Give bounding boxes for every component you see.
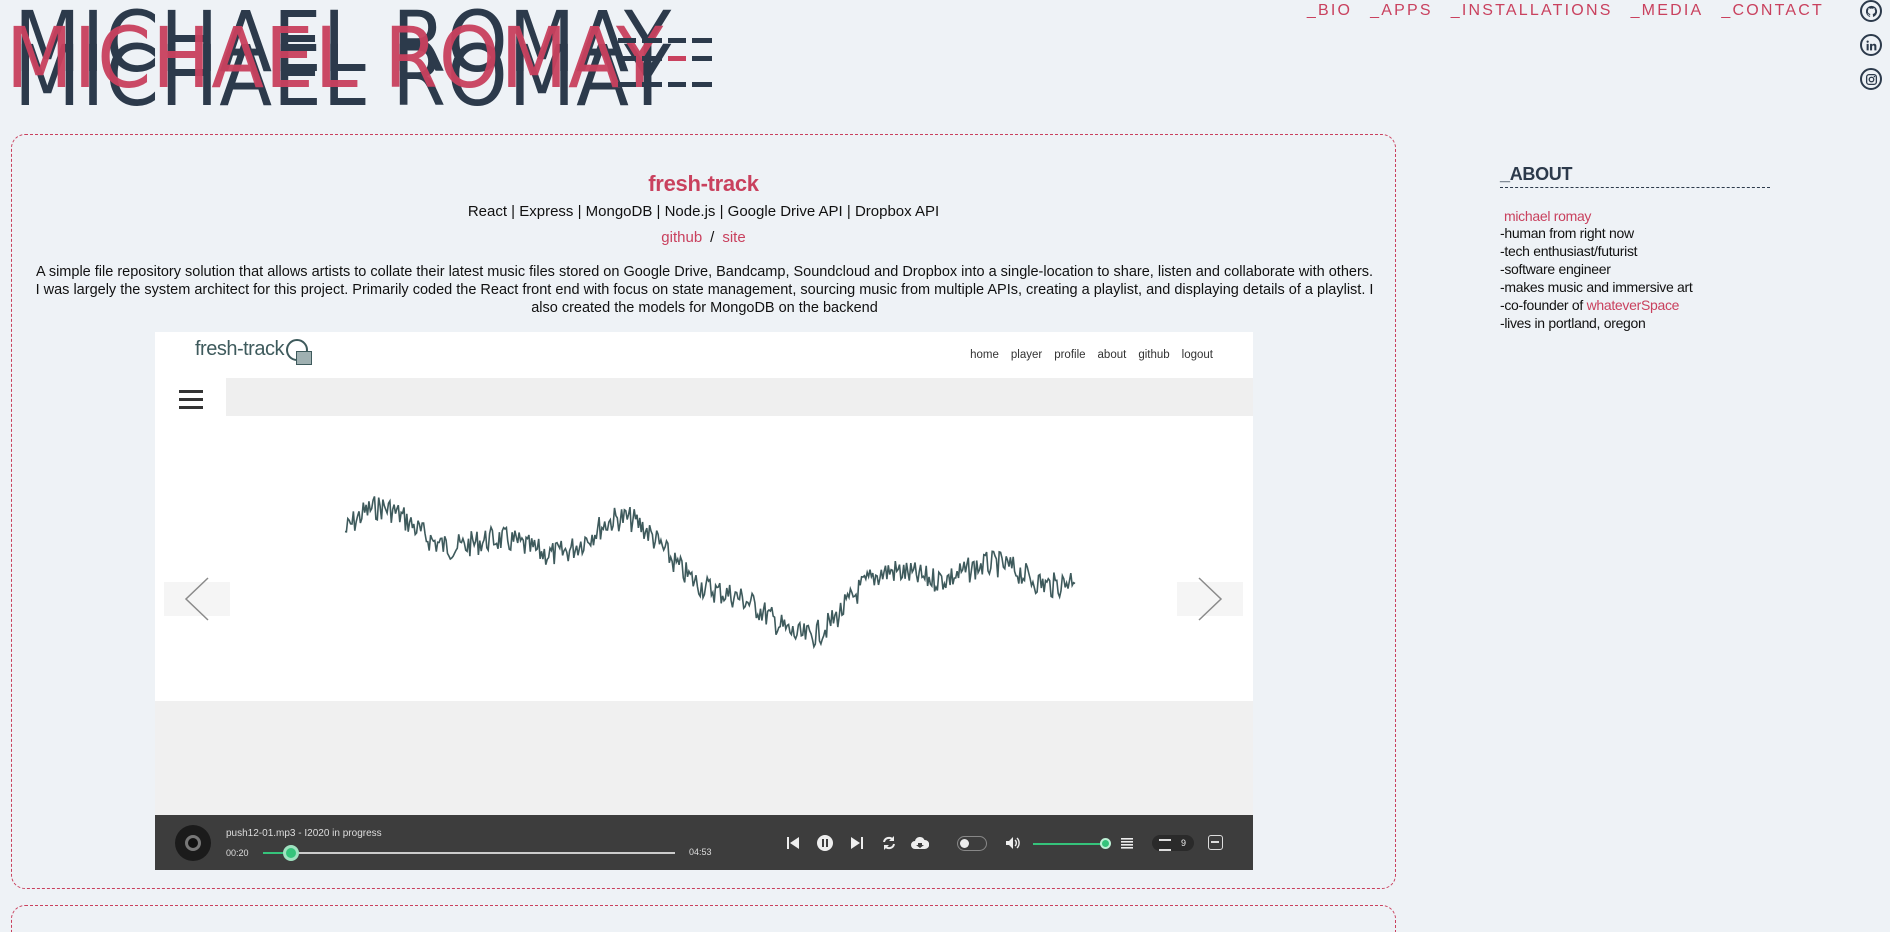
volume-bar bbox=[1033, 843, 1105, 845]
project-github-link[interactable]: github bbox=[661, 229, 702, 246]
link-separator: / bbox=[710, 229, 715, 246]
music-player-bar: push12-01.mp3 - I2020 in progress 00:20 … bbox=[155, 815, 1253, 870]
shuffle-toggle bbox=[957, 836, 987, 851]
about-cofounder-line: -co-founder of whateverSpace bbox=[1500, 296, 1770, 314]
time-total: 04:53 bbox=[689, 847, 712, 857]
project-screenshot: fresh-track home player profile about gi… bbox=[155, 332, 1253, 870]
app-content-area bbox=[155, 701, 1253, 815]
nav-media[interactable]: _MEDIA bbox=[1631, 2, 1704, 20]
project-stack: React | Express | MongoDB | Node.js | Go… bbox=[467, 203, 940, 220]
progress-bar bbox=[263, 845, 675, 861]
project-description: A simple file repository solution that a… bbox=[35, 264, 1374, 316]
project-title: fresh-track bbox=[648, 171, 759, 196]
github-icon[interactable] bbox=[1860, 0, 1882, 22]
logo-dashes bbox=[618, 38, 738, 98]
app-nav: home player profile about github logout bbox=[970, 349, 1213, 361]
whateverspace-link[interactable]: whateverSpace bbox=[1587, 297, 1680, 313]
track-name: push12-01.mp3 - I2020 in progress bbox=[226, 828, 382, 839]
cofounder-prefix: -co-founder of bbox=[1500, 297, 1587, 313]
waveform bbox=[344, 496, 1076, 650]
project-card-next bbox=[11, 905, 1396, 932]
about-line: -tech enthusiast/futurist bbox=[1500, 243, 1638, 259]
nav-apps[interactable]: _APPS bbox=[1370, 2, 1433, 20]
skip-forward-icon bbox=[850, 835, 864, 851]
social-links bbox=[1860, 0, 1884, 102]
repeat-icon bbox=[881, 835, 897, 851]
carousel-prev-arrow bbox=[164, 577, 230, 621]
app-nav-player: player bbox=[1010, 349, 1043, 361]
volume-knob bbox=[1100, 838, 1111, 849]
linkedin-icon[interactable] bbox=[1860, 34, 1882, 56]
time-current: 00:20 bbox=[226, 848, 249, 858]
about-line: -software engineer bbox=[1500, 261, 1611, 277]
hamburger-icon bbox=[179, 390, 203, 410]
project-site-link[interactable]: site bbox=[722, 229, 745, 246]
volume-icon bbox=[1005, 835, 1021, 851]
disc-icon bbox=[175, 825, 211, 861]
top-nav: _BIO _APPS _INSTALLATIONS _MEDIA _CONTAC… bbox=[1289, 2, 1824, 20]
logo-text-front: MICHAEL ROMAY bbox=[6, 9, 665, 107]
app-nav-logout: logout bbox=[1181, 349, 1213, 361]
about-line: -makes music and immersive art bbox=[1500, 279, 1693, 295]
project-card: fresh-track React | Express | MongoDB | … bbox=[11, 134, 1396, 889]
list-icon bbox=[1121, 835, 1133, 851]
about-panel: _ABOUT michael romay -human from right n… bbox=[1500, 164, 1770, 332]
about-name: michael romay bbox=[1504, 208, 1592, 224]
app-nav-profile: profile bbox=[1054, 349, 1086, 361]
app-logo: fresh-track bbox=[195, 338, 312, 365]
nav-bio[interactable]: _BIO bbox=[1307, 2, 1352, 20]
carousel-next-arrow bbox=[1177, 577, 1243, 621]
cloud-download-icon bbox=[911, 835, 929, 851]
progress-knob bbox=[283, 845, 300, 861]
nav-installations[interactable]: _INSTALLATIONS bbox=[1451, 2, 1613, 20]
site-logo[interactable]: MICHAEL ROMAY MICHAEL ROMAY MICHAEL ROMA… bbox=[0, 0, 760, 120]
about-line: -human from right now bbox=[1500, 225, 1634, 241]
pause-icon bbox=[817, 835, 833, 851]
about-heading: _ABOUT bbox=[1500, 164, 1770, 188]
app-nav-home: home bbox=[970, 349, 999, 361]
app-logo-text: fresh-track bbox=[195, 338, 284, 360]
app-search-bar bbox=[226, 378, 1253, 416]
queue-count-badge: 9 bbox=[1152, 835, 1194, 851]
app-logo-mark bbox=[285, 338, 312, 365]
minimize-icon bbox=[1208, 835, 1223, 850]
instagram-icon[interactable] bbox=[1860, 68, 1882, 90]
skip-back-icon bbox=[786, 835, 800, 851]
app-nav-github: github bbox=[1138, 349, 1170, 361]
project-links: github / site bbox=[12, 229, 1395, 246]
app-nav-about: about bbox=[1097, 349, 1127, 361]
about-line: -lives in portland, oregon bbox=[1500, 315, 1646, 331]
nav-contact[interactable]: _CONTACT bbox=[1721, 2, 1824, 20]
